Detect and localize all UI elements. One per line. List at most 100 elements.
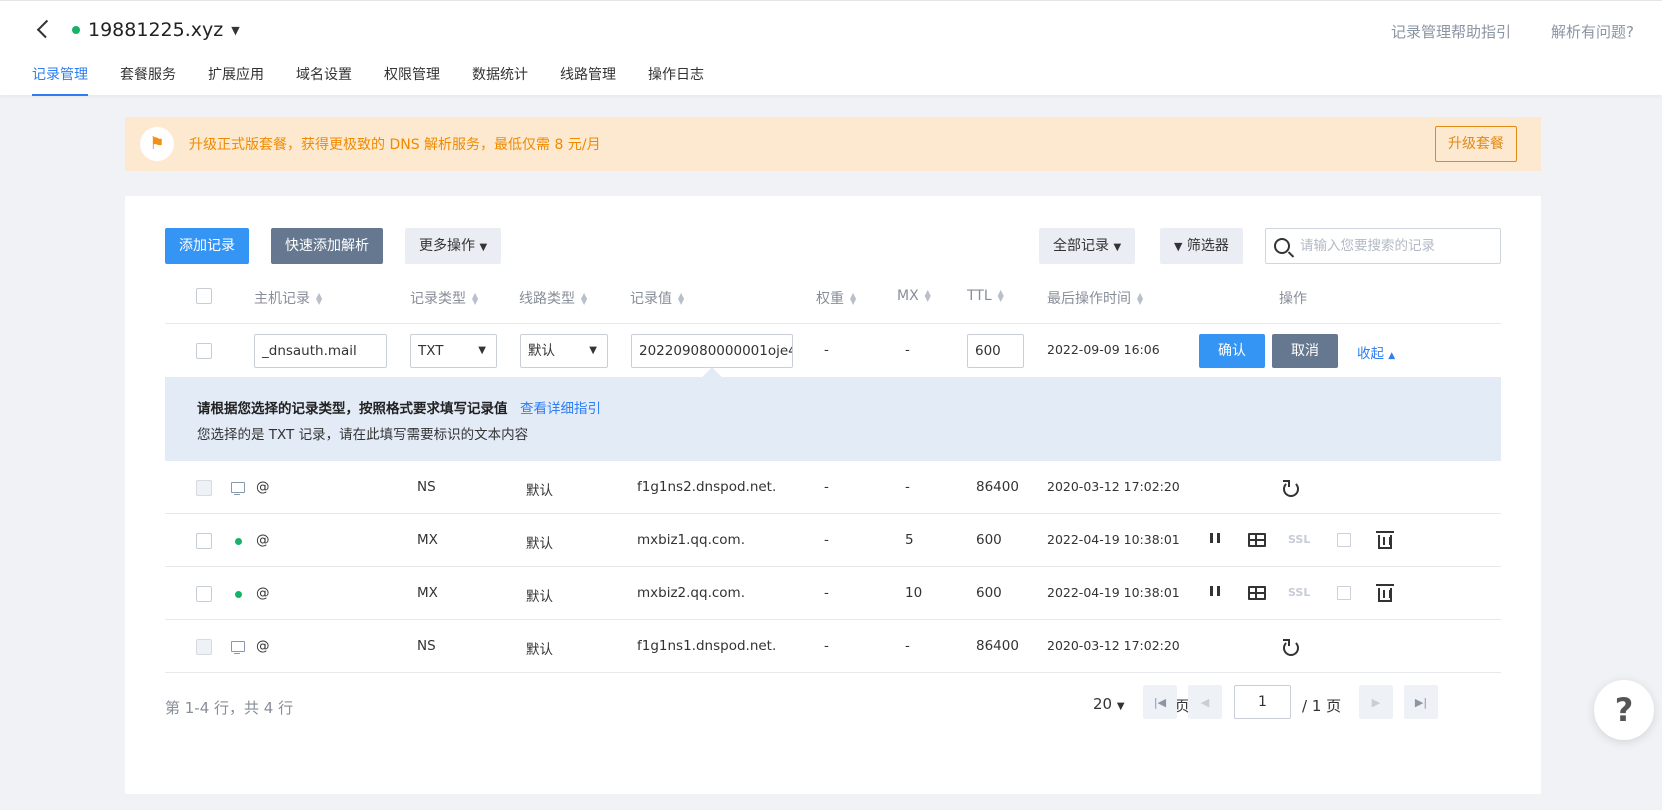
type-cell: MX [417,532,438,548]
col-ttl[interactable]: TTL ▲ ▼ [967,288,1004,304]
sort-icon: ▲ ▼ [924,288,931,303]
search-box[interactable] [1265,228,1501,264]
col-time[interactable]: 最后操作时间 ▲ ▼ [1047,288,1143,308]
cancel-button[interactable]: 取消 [1272,334,1338,368]
tab-extensions[interactable]: 扩展应用 [208,64,264,96]
help-guide-link[interactable]: 记录管理帮助指引 [1391,21,1511,42]
collapse-link[interactable]: 收起 ▲ [1357,342,1395,362]
select-all-checkbox[interactable] [196,288,212,304]
add-record-button[interactable]: 添加记录 [165,228,249,264]
domain-selector[interactable]: 19881225.xyz ▼ [72,19,240,41]
banner-text: 升级正式版套餐，获得更极致的 DNS 解析服务，最低仅需 8 元/月 [189,137,601,153]
back-arrow-icon[interactable] [36,17,52,41]
table-row: @ NS 默认 f1g1ns2.dnspod.net. - - 86400 20… [165,461,1501,514]
col-mx[interactable]: MX ▲ ▼ [897,288,931,304]
caret-down-icon: ▼ [589,345,597,356]
hint-wrapper: 请根据您选择的记录类型，按照格式要求填写记录值 查看详细指引 您选择的是 TXT… [165,367,1501,461]
hint-title: 请根据您选择的记录类型，按照格式要求填写记录值 [197,401,508,417]
collapse-label: 收起 [1357,346,1384,362]
type-select[interactable]: TXT ▼ [410,334,497,368]
hint-desc: 您选择的是 TXT 记录，请在此填写需要标识的文本内容 [197,427,529,443]
last-page-icon[interactable]: ▶| [1404,685,1438,719]
line-cell: 默认 [526,642,553,658]
table-icon[interactable] [1248,586,1266,600]
mx-cell: 5 [905,532,914,548]
tab-lines[interactable]: 线路管理 [560,64,616,96]
ssl-icon: SSL [1288,533,1311,546]
tab-logs[interactable]: 操作日志 [648,64,704,96]
all-records-dropdown[interactable]: 全部记录 ▼ [1039,228,1136,264]
weight-cell: - [824,638,829,654]
records-table: 主机记录 ▲ ▼ 记录类型 ▲ ▼ 线路类型 ▲ ▼ 记录值 ▲ ▼ 权重 ▲ ▼ MX ▲ ▼ TTL… [165,268,1501,673]
edit-icon [1337,533,1351,547]
value-input[interactable]: 202209080000001oje4yye [631,334,793,368]
ssl-icon: SSL [1288,586,1311,599]
tab-domain-settings[interactable]: 域名设置 [296,64,352,96]
time-cell: 2022-04-19 10:38:01 [1047,532,1180,547]
help-issue-link[interactable]: 解析有问题? [1551,21,1634,42]
pause-icon[interactable] [1210,586,1220,600]
col-weight[interactable]: 权重 ▲ ▼ [816,288,856,308]
refresh-icon[interactable] [1283,640,1299,656]
filter-icon: ▼ [1174,240,1183,253]
col-actions: 操作 [1279,291,1307,307]
trash-icon[interactable] [1376,584,1394,602]
ttl-input[interactable]: 600 [967,334,1024,368]
page-number-input[interactable]: 1 [1234,685,1291,719]
help-fab-button[interactable]: ? [1594,680,1654,740]
refresh-icon[interactable] [1283,481,1299,497]
time-cell: 2020-03-12 17:02:20 [1047,638,1180,653]
tab-permissions[interactable]: 权限管理 [384,64,440,96]
type-cell: MX [417,585,438,601]
line-select[interactable]: 默认 ▼ [520,334,608,368]
weight-cell: - [824,585,829,601]
caret-down-icon: ▼ [478,345,486,356]
tab-packages[interactable]: 套餐服务 [120,64,176,96]
caret-down-icon: ▼ [479,242,488,253]
tab-records[interactable]: 记录管理 [32,64,88,96]
top-bar: 19881225.xyz ▼ 记录管理帮助指引 解析有问题? 记录管理 套餐服务… [0,0,1662,96]
sort-icon: ▲ ▼ [316,291,323,306]
host-input[interactable]: _dnsauth.mail [254,334,387,368]
filter-label: 筛选器 [1186,238,1229,254]
quick-add-button[interactable]: 快速添加解析 [271,228,383,264]
col-value-label: 记录值 [630,291,672,307]
row-checkbox[interactable] [196,533,212,549]
col-type[interactable]: 记录类型 ▲ ▼ [410,288,478,308]
row-checkbox[interactable] [196,586,212,602]
confirm-button[interactable]: 确认 [1199,334,1265,368]
ttl-cell: 86400 [976,638,1019,654]
upgrade-button[interactable]: 升级套餐 [1435,126,1517,162]
mx-cell: - [905,479,910,495]
col-value[interactable]: 记录值 ▲ ▼ [630,288,684,308]
sort-icon: ▲ ▼ [997,288,1004,303]
edit-row: _dnsauth.mail TXT ▼ 默认 ▼ 202209080000001oj… [165,324,1501,377]
col-line[interactable]: 线路类型 ▲ ▼ [519,288,587,308]
search-input[interactable] [1300,238,1490,254]
upgrade-banner: ⚑ 升级正式版套餐，获得更极致的 DNS 解析服务，最低仅需 8 元/月 升级套… [125,117,1541,171]
status-dot-icon [72,26,80,34]
edit-icon [1337,586,1351,600]
chevron-up-icon: ▲ [1388,351,1396,361]
col-line-label: 线路类型 [519,291,575,307]
filter-button[interactable]: ▼ 筛选器 [1160,228,1243,264]
tab-statistics[interactable]: 数据统计 [472,64,528,96]
sort-icon: ▲ ▼ [472,291,479,306]
caret-down-icon: ▼ [1113,242,1122,253]
host-cell: @ [256,532,270,548]
col-host[interactable]: 主机记录 ▲ ▼ [254,288,322,308]
hint-guide-link[interactable]: 查看详细指引 [520,397,601,417]
caret-down-icon: ▼ [1116,701,1125,712]
row-checkbox[interactable] [196,343,212,359]
mx-cell: 10 [905,585,923,601]
pause-icon[interactable] [1210,533,1220,547]
table-icon[interactable] [1248,533,1266,547]
more-actions-button[interactable]: 更多操作 ▼ [405,228,502,264]
value-cell: mxbiz2.qq.com. [637,585,745,601]
first-page-icon[interactable]: |◀ [1143,685,1177,719]
page-size-select[interactable]: 20 ▼ [1093,695,1125,713]
table-header: 主机记录 ▲ ▼ 记录类型 ▲ ▼ 线路类型 ▲ ▼ 记录值 ▲ ▼ 权重 ▲ ▼ MX ▲ ▼ TTL… [165,268,1501,324]
value-cell: f1g1ns1.dnspod.net. [637,638,777,654]
row-checkbox [196,639,212,655]
trash-icon[interactable] [1376,531,1394,549]
